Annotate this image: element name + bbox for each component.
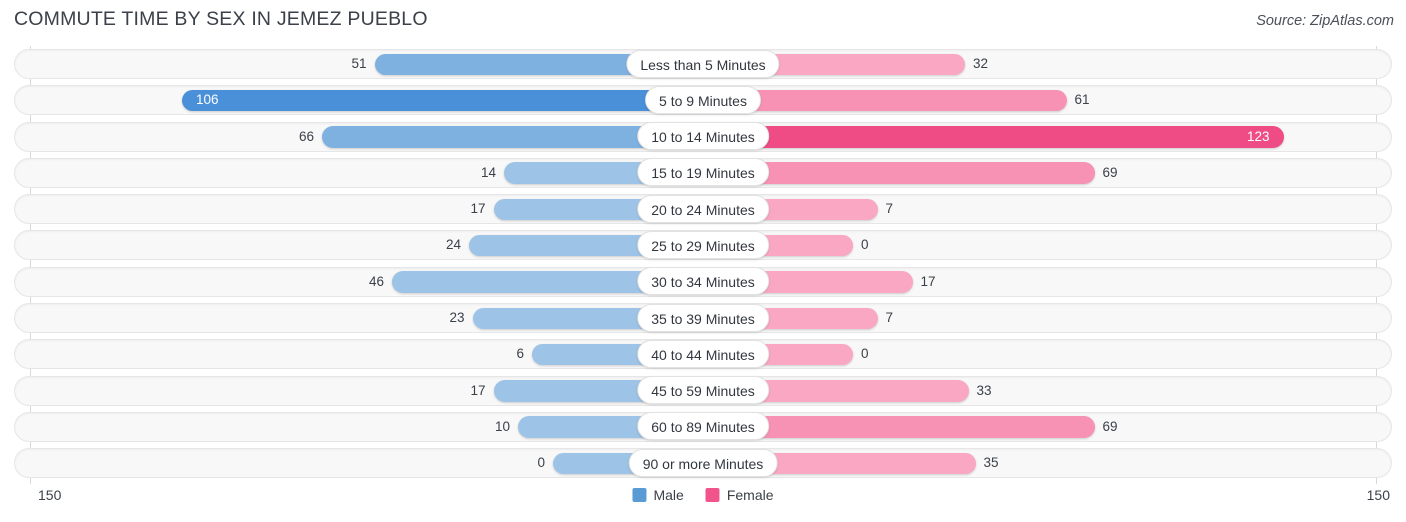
page-title: COMMUTE TIME BY SEX IN JEMEZ PUEBLO xyxy=(14,8,428,30)
value-label-female: 7 xyxy=(885,310,894,326)
value-label-male: 0 xyxy=(537,455,545,471)
value-label-female: 69 xyxy=(1102,164,1118,180)
legend-item[interactable]: Male xyxy=(632,487,684,503)
value-label-male: 51 xyxy=(351,56,367,71)
bar-row: 23 7 35 to 39 Minutes xyxy=(0,300,1406,336)
category-label: 45 to 59 Minutes xyxy=(637,376,769,405)
axis-min-label: 150 xyxy=(38,487,62,503)
bar-row: 24 0 25 to 29 Minutes xyxy=(0,227,1406,263)
legend-item[interactable]: Female xyxy=(705,487,774,503)
bar-row: 17 33 45 to 59 Minutes xyxy=(0,373,1406,409)
value-label-female: 61 xyxy=(1074,92,1090,108)
bar-row: 51 32 Less than 5 Minutes xyxy=(0,46,1406,82)
category-label: 40 to 44 Minutes xyxy=(637,339,769,368)
bar-female xyxy=(703,126,1284,148)
bar-row: 10 69 60 to 89 Minutes xyxy=(0,409,1406,445)
value-label-male: 14 xyxy=(480,164,496,180)
value-label-male: 106 xyxy=(196,92,219,108)
value-label-male: 66 xyxy=(298,128,314,144)
category-label: 35 to 39 Minutes xyxy=(637,303,769,332)
chart-page: COMMUTE TIME BY SEX IN JEMEZ PUEBLO Sour… xyxy=(0,0,1406,522)
value-label-female: 69 xyxy=(1102,418,1118,434)
bar-row: 46 17 30 to 34 Minutes xyxy=(0,264,1406,300)
category-label: 10 to 14 Minutes xyxy=(637,122,769,151)
legend-swatch-icon xyxy=(632,488,647,502)
source-attribution: Source: ZipAtlas.com xyxy=(1256,13,1394,29)
bar-row: 66 123 10 to 14 Minutes xyxy=(0,119,1406,155)
value-label-female: 33 xyxy=(976,382,992,398)
value-label-male: 17 xyxy=(470,201,486,217)
legend-swatch-icon xyxy=(705,488,720,502)
value-label-female: 0 xyxy=(861,237,869,253)
value-label-female: 123 xyxy=(1246,128,1270,144)
chart-footer: 150 150 Male Female xyxy=(0,484,1406,522)
value-label-female: 0 xyxy=(861,346,869,362)
value-label-male: 24 xyxy=(445,237,461,253)
bar-row: 14 69 15 to 19 Minutes xyxy=(0,155,1406,191)
bar-row: 6 0 40 to 44 Minutes xyxy=(0,336,1406,372)
category-label: 30 to 34 Minutes xyxy=(637,267,769,296)
value-label-female: 17 xyxy=(920,273,936,289)
category-label: 60 to 89 Minutes xyxy=(637,412,769,441)
bar-row: 17 7 20 to 24 Minutes xyxy=(0,191,1406,227)
value-label-male: 6 xyxy=(516,346,524,362)
category-label: 90 or more Minutes xyxy=(628,448,778,477)
value-label-female: 32 xyxy=(973,56,989,71)
category-label: 20 to 24 Minutes xyxy=(637,194,769,223)
bar-rows: 51 32 Less than 5 Minutes 106 61 5 to 9 Minut… xyxy=(0,46,1406,482)
value-label-male: 23 xyxy=(449,310,465,326)
legend-label: Male xyxy=(653,487,684,503)
bar-male xyxy=(182,89,703,112)
category-label: 5 to 9 Minutes xyxy=(645,85,761,114)
category-label: 15 to 19 Minutes xyxy=(637,158,769,187)
category-label: 25 to 29 Minutes xyxy=(637,230,769,259)
value-label-female: 7 xyxy=(885,201,894,217)
chart-legend: Male Female xyxy=(632,487,774,503)
value-label-male: 17 xyxy=(470,382,486,398)
value-label-male: 46 xyxy=(368,273,384,289)
bar-row: 0 35 90 or more Minutes xyxy=(0,445,1406,481)
category-label: Less than 5 Minutes xyxy=(626,49,780,78)
bar-row: 106 61 5 to 9 Minutes xyxy=(0,82,1406,118)
plot-area: 51 32 Less than 5 Minutes 106 61 5 to 9 Minut… xyxy=(0,46,1406,486)
value-label-male: 10 xyxy=(494,418,510,434)
value-label-female: 35 xyxy=(983,455,999,471)
legend-label: Female xyxy=(726,487,774,503)
axis-max-label: 150 xyxy=(1366,487,1390,503)
